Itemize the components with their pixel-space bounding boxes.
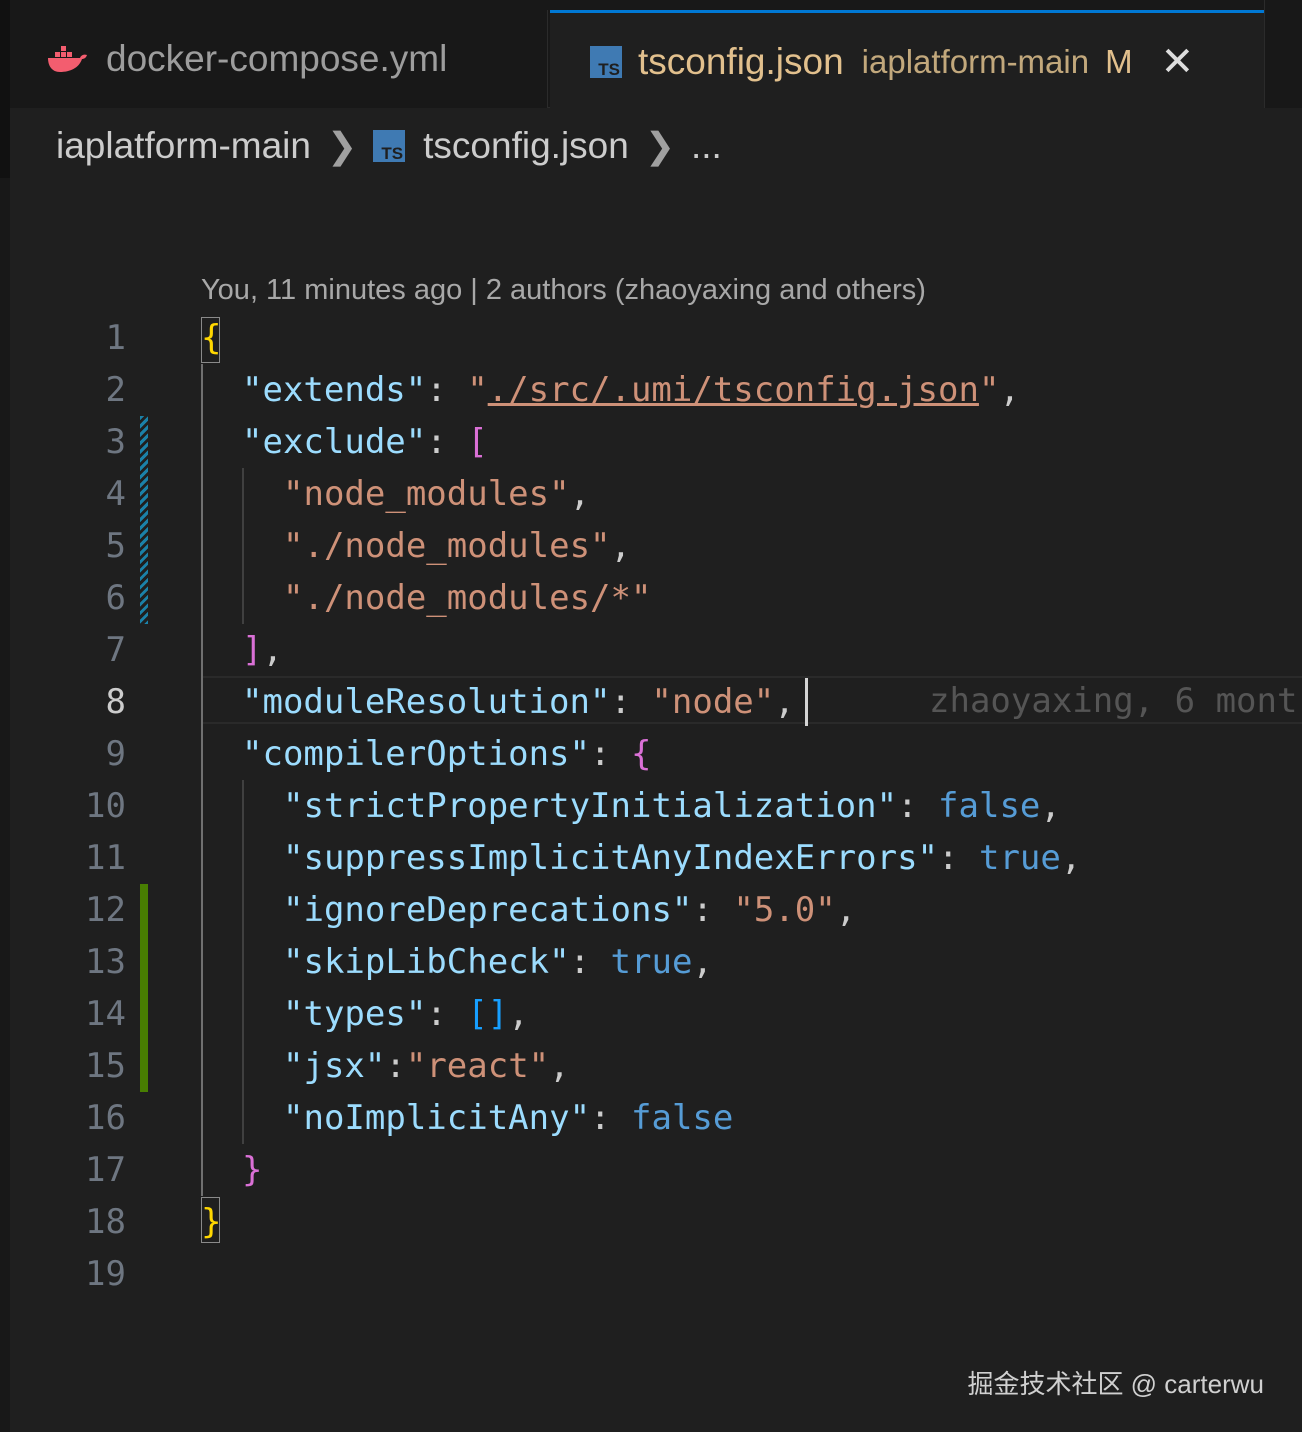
breadcrumb-file[interactable]: tsconfig.json: [423, 125, 629, 167]
close-icon[interactable]: ✕: [1161, 42, 1195, 82]
line-number[interactable]: 19: [0, 1248, 126, 1300]
code-text[interactable]: {: [201, 312, 221, 364]
code-text[interactable]: }: [201, 1196, 221, 1248]
tab-bar: docker-compose.yml tsconfig.json iaplatf…: [10, 0, 1264, 110]
line-number[interactable]: 18: [0, 1196, 126, 1248]
line-number[interactable]: 12: [0, 884, 126, 936]
line-number[interactable]: 17: [0, 1144, 126, 1196]
code-text[interactable]: "moduleResolution": "node",: [242, 676, 795, 728]
code-line: 13 "skipLibCheck": true,: [0, 936, 1302, 988]
code-line: 5 "./node_modules",: [0, 520, 1302, 572]
line-number[interactable]: 6: [0, 572, 126, 624]
code-text[interactable]: ],: [242, 624, 283, 676]
docker-icon: [46, 44, 88, 74]
breadcrumb-folder[interactable]: iaplatform-main: [56, 125, 311, 167]
line-number[interactable]: 8: [0, 676, 126, 728]
modified-badge: M: [1105, 42, 1133, 80]
code-line: 10 "strictPropertyInitialization": false…: [0, 780, 1302, 832]
line-number[interactable]: 11: [0, 832, 126, 884]
code-text[interactable]: "./node_modules/*": [283, 572, 651, 624]
tab-label: tsconfig.json: [638, 40, 844, 82]
code-text[interactable]: "jsx":"react",: [283, 1040, 570, 1092]
text-cursor: [805, 678, 808, 726]
git-blame-codelens[interactable]: You, 11 minutes ago | 2 authors (zhaoyax…: [201, 274, 926, 307]
code-line: 17 }: [0, 1144, 1302, 1196]
code-text[interactable]: "exclude": [: [242, 416, 488, 468]
code-line: 18 }: [0, 1196, 1302, 1248]
code-text[interactable]: "node_modules",: [283, 468, 590, 520]
tab-docker-compose[interactable]: docker-compose.yml: [10, 10, 548, 108]
chevron-right-icon: ❯: [326, 125, 358, 166]
breadcrumb-symbol[interactable]: ...: [691, 125, 722, 167]
line-number[interactable]: 2: [0, 364, 126, 416]
code-text[interactable]: "compilerOptions": {: [242, 728, 651, 780]
path-link: ./src/.umi/tsconfig.json: [487, 370, 979, 410]
code-line: 12 "ignoreDeprecations": "5.0",: [0, 884, 1302, 936]
line-number[interactable]: 5: [0, 520, 126, 572]
code-line: 9 "compilerOptions": {: [0, 728, 1302, 780]
inline-git-blame[interactable]: zhaoyaxing, 6 mont: [929, 675, 1297, 727]
code-line: 16 "noImplicitAny": false: [0, 1092, 1302, 1144]
line-number[interactable]: 3: [0, 416, 126, 468]
tab-tsconfig[interactable]: tsconfig.json iaplatform-main M ✕: [550, 10, 1264, 110]
line-number[interactable]: 16: [0, 1092, 126, 1144]
code-line: 19: [0, 1248, 1302, 1300]
breadcrumb: iaplatform-main ❯ tsconfig.json ❯ ...: [56, 118, 722, 174]
code-text[interactable]: "extends": "./src/.umi/tsconfig.json",: [242, 364, 1020, 416]
window-edge-top: [0, 0, 10, 178]
code-text[interactable]: "skipLibCheck": true,: [283, 936, 713, 988]
line-number[interactable]: 7: [0, 624, 126, 676]
code-line: 2 "extends": "./src/.umi/tsconfig.json",: [0, 364, 1302, 416]
watermark: 掘金技术社区 @ carterwu: [967, 1369, 1264, 1399]
line-number[interactable]: 15: [0, 1040, 126, 1092]
code-text[interactable]: "suppressImplicitAnyIndexErrors": true,: [283, 832, 1081, 884]
code-text[interactable]: "ignoreDeprecations": "5.0",: [283, 884, 856, 936]
code-text[interactable]: }: [242, 1144, 262, 1196]
line-number[interactable]: 1: [0, 312, 126, 364]
chevron-right-icon: ❯: [644, 125, 675, 166]
line-number[interactable]: 14: [0, 988, 126, 1040]
line-number[interactable]: 10: [0, 780, 126, 832]
code-line: 6 "./node_modules/*": [0, 572, 1302, 624]
tab-bar-empty: [1264, 0, 1302, 108]
ts-icon: [590, 45, 622, 78]
code-line: 15 "jsx":"react",: [0, 1040, 1302, 1092]
line-number[interactable]: 4: [0, 468, 126, 520]
code-line: 7 ],: [0, 624, 1302, 676]
code-line: 1 {: [0, 312, 1302, 364]
code-line: 3 "exclude": [: [0, 416, 1302, 468]
code-line: 14 "types": [],: [0, 988, 1302, 1040]
tab-description: iaplatform-main: [861, 42, 1090, 80]
code-line: 11 "suppressImplicitAnyIndexErrors": tru…: [0, 832, 1302, 884]
line-number[interactable]: 13: [0, 936, 126, 988]
code-text[interactable]: "noImplicitAny": false: [283, 1092, 733, 1144]
line-number[interactable]: 9: [0, 728, 126, 780]
code-text[interactable]: "./node_modules",: [283, 520, 631, 572]
tab-label: docker-compose.yml: [106, 38, 448, 79]
code-line: 4 "node_modules",: [0, 468, 1302, 520]
code-text[interactable]: "types": [],: [283, 988, 529, 1040]
code-text[interactable]: "strictPropertyInitialization": false,: [283, 780, 1061, 832]
ts-icon: [373, 130, 406, 162]
